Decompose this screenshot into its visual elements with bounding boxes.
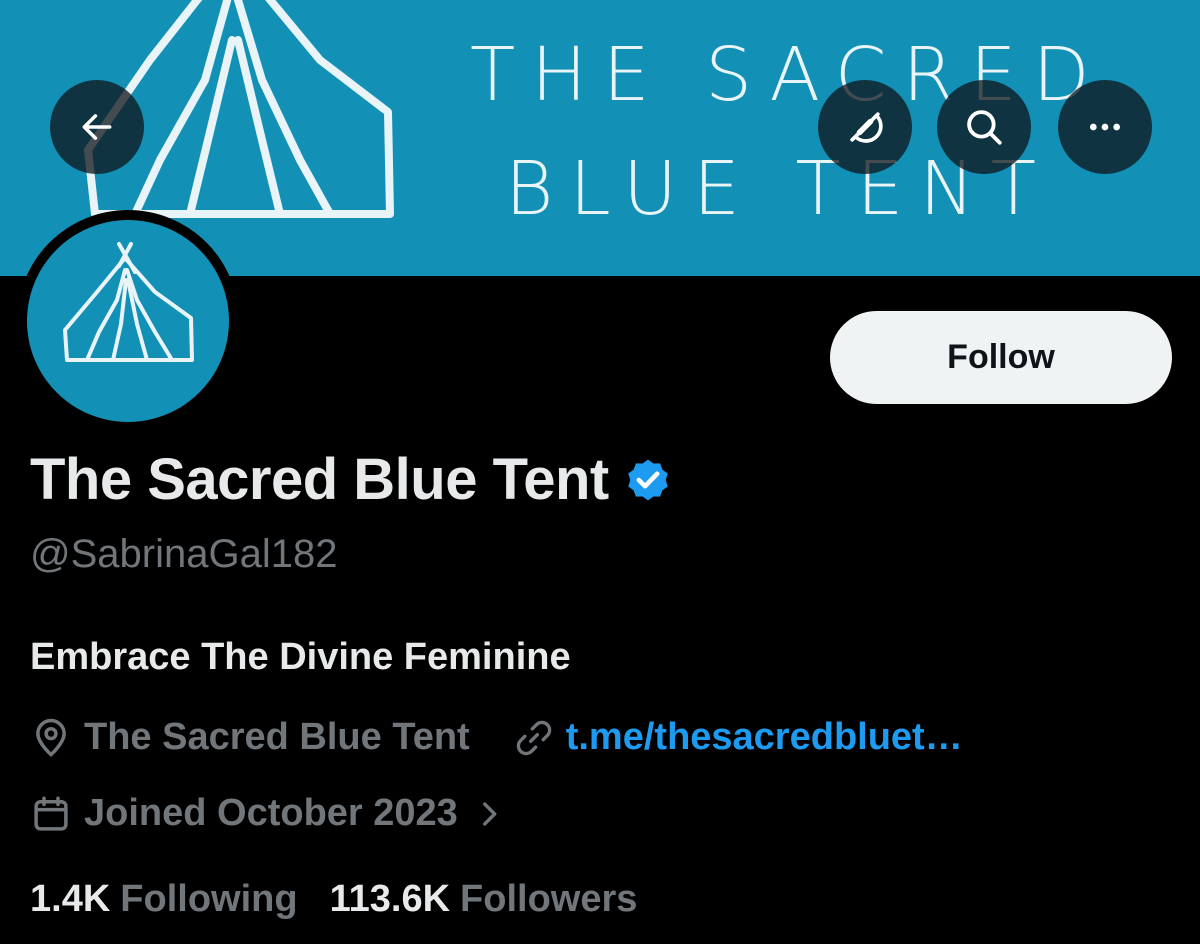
location-text: The Sacred Blue Tent [84, 716, 470, 758]
followers-label: Followers [460, 878, 638, 920]
profile-name-row: The Sacred Blue Tent [30, 446, 673, 513]
joined-date: Joined October 2023 [84, 792, 458, 834]
search-button[interactable] [937, 80, 1031, 174]
more-button[interactable] [1058, 80, 1152, 174]
grok-button[interactable] [818, 80, 912, 174]
followers-stat[interactable]: 113.6K Followers [330, 878, 638, 921]
follow-button[interactable]: Follow [830, 311, 1172, 404]
arrow-left-icon [82, 114, 112, 140]
chevron-right-icon[interactable] [474, 797, 504, 831]
following-stat[interactable]: 1.4K Following [30, 878, 298, 921]
tent-logo-icon [63, 242, 194, 362]
joined-row[interactable]: Joined October 2023 [30, 792, 504, 835]
profile-meta-row: The Sacred Blue Tent t.me/thesacredbluet… [30, 716, 963, 759]
profile-bio: Embrace The Divine Feminine [30, 636, 571, 678]
following-count: 1.4K [30, 878, 111, 920]
link-icon [514, 718, 554, 758]
profile-handle: @SabrinaGal182 [30, 532, 338, 576]
search-icon [967, 110, 1002, 145]
more-horizontal-icon [1090, 123, 1120, 131]
website-item[interactable]: t.me/thesacredbluet… [514, 716, 963, 759]
location-pin-icon [30, 717, 72, 759]
website-link[interactable]: t.me/thesacredbluet… [566, 716, 963, 759]
avatar[interactable] [17, 210, 239, 432]
location-item: The Sacred Blue Tent [30, 716, 470, 759]
followers-count: 113.6K [329, 878, 451, 920]
grok-icon [850, 112, 883, 143]
following-label: Following [120, 878, 298, 920]
verified-badge-icon[interactable] [623, 455, 673, 505]
calendar-icon [30, 793, 72, 835]
follow-stats: 1.4K Following 113.6K Followers [30, 878, 637, 921]
back-button[interactable] [50, 80, 144, 174]
display-name: The Sacred Blue Tent [30, 447, 609, 512]
